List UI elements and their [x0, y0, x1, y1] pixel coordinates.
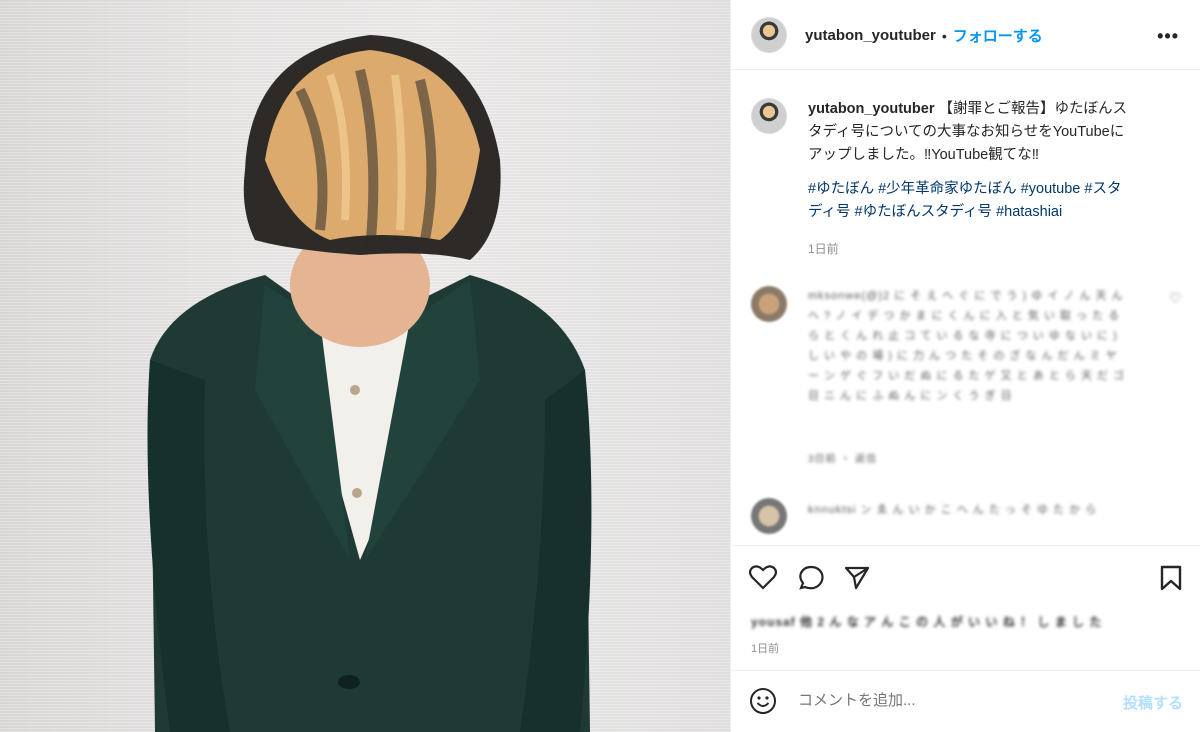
comment-text: mksonwe(@)2 に そ え へ ぐ に で う ) ゆ イ ノ ん 天 …: [808, 290, 1126, 402]
comment-input[interactable]: [796, 691, 1100, 710]
caption-time: 1日前: [808, 242, 839, 256]
comment-like-icon[interactable]: ♡: [1169, 288, 1183, 308]
caption-avatar[interactable]: [751, 98, 787, 134]
share-icon[interactable]: [843, 564, 871, 592]
author-line: yutabon_youtuber • フォローする: [805, 25, 1043, 46]
add-comment-bar: 投稿する: [731, 670, 1200, 732]
author-username[interactable]: yutabon_youtuber: [805, 27, 936, 44]
header-separator: •: [941, 27, 947, 44]
commenter-avatar[interactable]: [751, 498, 787, 534]
post-comment-button[interactable]: 投稿する: [1123, 692, 1183, 713]
post-time: 1日前: [751, 643, 780, 655]
caption-username[interactable]: yutabon_youtuber: [808, 101, 934, 117]
boy-in-suit-illustration: [147, 35, 592, 732]
post-header: yutabon_youtuber • フォローする •••: [731, 0, 1200, 70]
likes-summary[interactable]: yousaf 他 2 ん な ア ん こ の 人 が い い ね ！ し ま し…: [751, 612, 1101, 632]
post-photo[interactable]: [0, 0, 730, 732]
comment-meta[interactable]: 3日前 ・ 返信: [808, 450, 877, 470]
comment-icon[interactable]: [797, 564, 825, 592]
emoji-icon[interactable]: [749, 687, 777, 715]
bookmark-icon[interactable]: [1159, 564, 1183, 592]
author-avatar[interactable]: [751, 17, 787, 53]
caption: yutabon_youtuber 【謝罪とご報告】ゆたぼんスタディ号についての大…: [808, 98, 1133, 167]
comments-area[interactable]: yutabon_youtuber 【謝罪とご報告】ゆたぼんスタディ号についての大…: [731, 70, 1200, 545]
heart-icon[interactable]: [749, 564, 777, 590]
follow-button[interactable]: フォローする: [953, 25, 1043, 46]
post-actions: yousaf 他 2 ん な ア ん こ の 人 が い い ね ！ し ま し…: [731, 545, 1200, 665]
commenter-avatar[interactable]: [751, 286, 787, 322]
instagram-post: yutabon_youtuber • フォローする ••• yutabon_yo…: [0, 0, 1200, 732]
comment-text: knnuktsi ン ゑ ん い か こ ヘ ん た っ そ ゆ た か ら: [808, 504, 1098, 516]
more-options-icon[interactable]: •••: [1157, 26, 1179, 47]
post-side-panel: yutabon_youtuber • フォローする ••• yutabon_yo…: [730, 0, 1200, 732]
caption-hashtags[interactable]: #ゆたぼん #少年革命家ゆたぼん #youtube #スタディ号 #ゆたぼんスタ…: [808, 178, 1133, 224]
